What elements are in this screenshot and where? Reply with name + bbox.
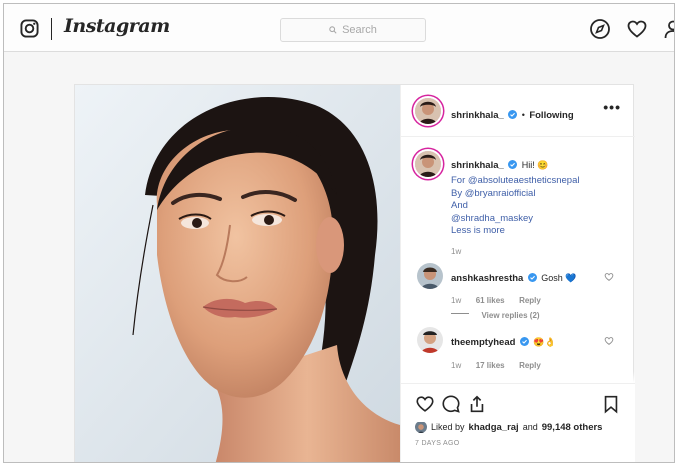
- post-header: shrinkhala_ • Following •••: [401, 85, 635, 137]
- logo-divider: [51, 18, 52, 40]
- likes-summary: Liked by khadga_raj and 99,148 others: [415, 421, 602, 433]
- comment-time: 1w: [451, 296, 462, 305]
- post-timestamp: 7 DAYS AGO: [415, 440, 460, 447]
- post-side-panel: shrinkhala_ • Following ••• shrinkhala_ …: [400, 85, 635, 462]
- search-input[interactable]: Search: [280, 18, 426, 42]
- portrait-image: [75, 85, 400, 462]
- comment-likes[interactable]: 17 likes: [476, 361, 505, 370]
- comment-text: Gosh 💙: [541, 273, 577, 283]
- caption-text-first: Hii! 😊: [521, 160, 549, 170]
- caption-time: 1w: [451, 247, 462, 256]
- caption-header: shrinkhala_ Hii! 😊: [451, 155, 548, 173]
- caption-line[interactable]: By @bryanraiofficial: [451, 188, 579, 201]
- liked-by-user[interactable]: khadga_raj: [469, 422, 519, 433]
- replies-line: [451, 313, 469, 315]
- comment-time: 1w: [451, 361, 462, 370]
- post-photo[interactable]: [75, 85, 400, 462]
- comment: theemptyhead 😍👌: [451, 332, 556, 350]
- comment-text: 😍👌: [533, 337, 556, 347]
- verified-badge-icon: [508, 110, 518, 119]
- dot-separator: •: [521, 110, 525, 120]
- comment-avatar[interactable]: [417, 263, 443, 289]
- liked-by-prefix: Liked by: [431, 422, 465, 432]
- caption-line[interactable]: For @absoluteaestheticsnepal: [451, 175, 579, 188]
- caption-line: And: [451, 200, 468, 211]
- caption-line[interactable]: @shradha_maskey: [451, 213, 579, 226]
- comment-reply-button[interactable]: Reply: [519, 361, 541, 370]
- scroll-fade: [401, 371, 635, 383]
- top-nav: Instagram Search: [4, 4, 674, 52]
- share-icon[interactable]: [467, 394, 487, 414]
- instagram-logo-icon[interactable]: [20, 19, 39, 38]
- like-heart-icon[interactable]: [415, 394, 435, 414]
- verified-badge-icon: [527, 273, 537, 282]
- author-avatar[interactable]: [415, 98, 441, 124]
- author-avatar-image: [415, 98, 441, 124]
- comment-reply-button[interactable]: Reply: [519, 296, 541, 305]
- comment-username[interactable]: anshkashrestha: [451, 273, 523, 284]
- compass-icon[interactable]: [589, 18, 611, 40]
- instagram-wordmark[interactable]: Instagram: [64, 15, 170, 37]
- verified-badge-icon: [508, 160, 518, 169]
- view-replies-label[interactable]: View replies (2): [481, 311, 539, 320]
- caption-username[interactable]: shrinkhala_: [451, 160, 504, 171]
- follow-status[interactable]: Following: [529, 110, 573, 121]
- heart-icon[interactable]: [626, 18, 648, 40]
- verified-badge-icon: [519, 337, 529, 346]
- search-icon: [329, 26, 337, 34]
- comment-icon[interactable]: [441, 394, 461, 414]
- comment-like-icon[interactable]: [604, 336, 614, 346]
- caption-avatar[interactable]: [415, 151, 441, 177]
- bookmark-icon[interactable]: [601, 394, 621, 414]
- comment-likes[interactable]: 61 likes: [476, 296, 505, 305]
- liked-by-others[interactable]: 99,148 others: [542, 422, 603, 433]
- caption-line: Less is more: [451, 225, 505, 236]
- liker-avatar[interactable]: [415, 421, 427, 433]
- post-card: shrinkhala_ • Following ••• shrinkhala_ …: [74, 84, 635, 462]
- comment-like-icon[interactable]: [604, 272, 614, 282]
- caption-body: For @absoluteaestheticsnepal By @bryanra…: [451, 175, 579, 238]
- comment-avatar[interactable]: [417, 327, 443, 353]
- view-replies[interactable]: View replies (2): [451, 305, 540, 323]
- author-username[interactable]: shrinkhala_: [451, 110, 504, 121]
- browser-window: Instagram Search shrinkhala_ • Following…: [3, 3, 675, 463]
- liker-avatar-image: [415, 422, 427, 433]
- search-placeholder: Search: [342, 24, 377, 36]
- more-options-button[interactable]: •••: [603, 99, 621, 115]
- comment-username[interactable]: theemptyhead: [451, 337, 515, 348]
- comment: anshkashrestha Gosh 💙: [451, 268, 576, 286]
- liked-by-conj: and: [522, 422, 538, 432]
- caption-avatar-image: [415, 151, 441, 177]
- post-actions: Liked by khadga_raj and 99,148 others 7 …: [401, 383, 635, 462]
- comment-avatar-image: [417, 263, 443, 289]
- profile-icon[interactable]: [662, 18, 675, 40]
- comment-avatar-image: [417, 327, 443, 353]
